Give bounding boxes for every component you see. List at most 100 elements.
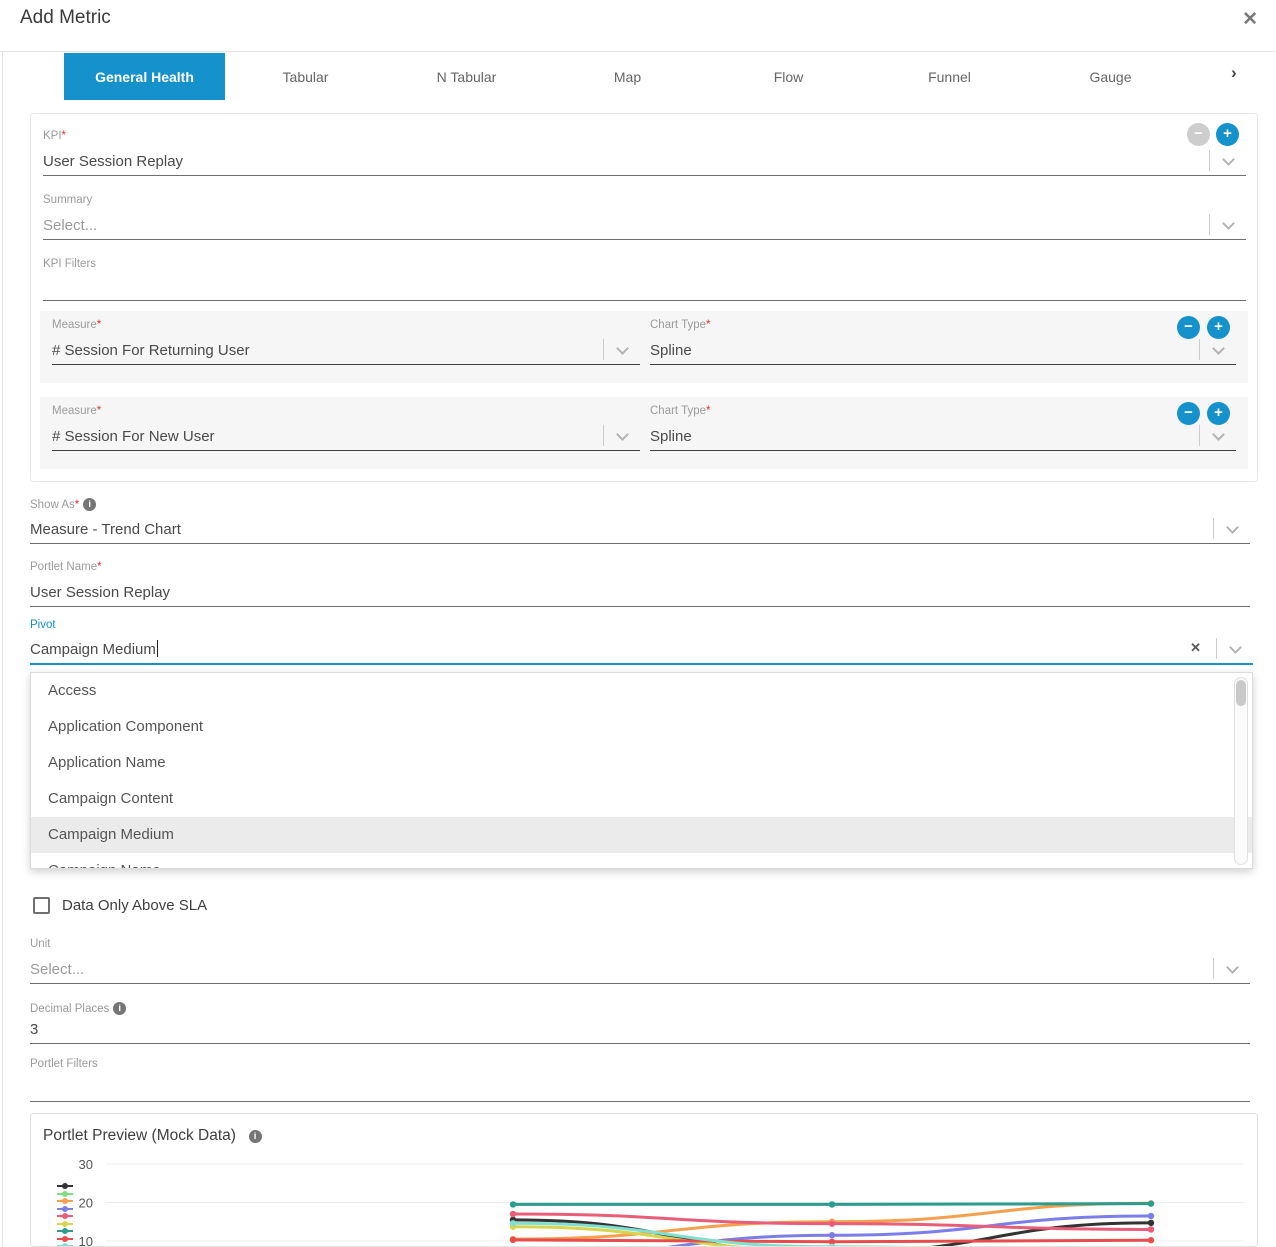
scrollbar-thumb[interactable] — [1236, 680, 1246, 706]
select-divider — [1199, 339, 1200, 360]
measure-value: # Session For Returning User — [52, 342, 250, 359]
tabs-overflow-icon[interactable]: › — [1231, 63, 1237, 83]
legend-marker-series-teal[interactable] — [57, 1227, 73, 1235]
show-as-value: Measure - Trend Chart — [30, 521, 181, 538]
pivot-label: Pivot — [30, 619, 1253, 635]
dropdown-option-partial[interactable]: Campaign Name — [31, 853, 1252, 869]
tab-funnel[interactable]: Funnel — [869, 53, 1030, 100]
chart-type-label: Chart Type* — [650, 405, 1236, 421]
chevron-down-icon[interactable] — [616, 428, 629, 441]
info-icon[interactable]: i — [249, 1130, 262, 1143]
tab-bar: General Health Tabular N Tabular Map Flo… — [64, 53, 1191, 100]
portlet-name-value: User Session Replay — [30, 584, 170, 601]
select-divider — [1209, 214, 1210, 235]
chart-type-select[interactable]: Spline — [650, 335, 1236, 365]
chevron-down-icon[interactable] — [1229, 641, 1242, 654]
dialog-header: Add Metric ✕ — [0, 0, 1276, 52]
select-divider — [1216, 638, 1217, 659]
measure-value: # Session For New User — [52, 428, 215, 445]
kpi-label: KPI* — [43, 130, 1246, 146]
measure-select[interactable]: # Session For New User — [52, 421, 640, 451]
chart-type-label: Chart Type* — [650, 319, 1236, 335]
dropdown-scrollbar[interactable] — [1234, 677, 1248, 865]
pivot-value: Campaign Medium — [30, 640, 158, 658]
tab-map[interactable]: Map — [547, 53, 708, 100]
dropdown-option[interactable]: Access — [31, 673, 1252, 709]
select-divider — [1213, 958, 1214, 979]
chevron-down-icon[interactable] — [616, 342, 629, 355]
measure-select[interactable]: # Session For Returning User — [52, 335, 640, 365]
legend-marker-series-cyan[interactable] — [57, 1242, 73, 1247]
dialog-title: Add Metric — [20, 7, 111, 29]
legend-marker-series-red[interactable] — [57, 1235, 73, 1243]
info-icon[interactable]: i — [83, 498, 96, 511]
preview-title: Portlet Preview (Mock Data) i — [43, 1127, 262, 1145]
legend-marker-series-orange[interactable] — [57, 1197, 73, 1205]
legend-marker-series-blue[interactable] — [57, 1205, 73, 1213]
dropdown-option[interactable]: Campaign Content — [31, 781, 1252, 817]
dropdown-option[interactable]: Application Name — [31, 745, 1252, 781]
chart-type-value: Spline — [650, 342, 692, 359]
chevron-down-icon[interactable] — [1226, 521, 1239, 534]
show-as-select[interactable]: Measure - Trend Chart — [30, 514, 1250, 544]
svg-text:30: 30 — [79, 1157, 93, 1172]
chevron-down-icon[interactable] — [1226, 961, 1239, 974]
svg-text:20: 20 — [79, 1196, 93, 1211]
dropdown-option-highlighted[interactable]: Campaign Medium — [31, 817, 1252, 853]
portlet-name-label: Portlet Name* — [30, 561, 1250, 577]
measure-label: Measure* — [52, 319, 640, 335]
legend-marker-series-pink[interactable] — [57, 1212, 73, 1220]
info-icon[interactable]: i — [113, 1002, 126, 1015]
tab-n-tabular[interactable]: N Tabular — [386, 53, 547, 100]
measure-row: − + Measure* # Session For Returning Use… — [40, 311, 1248, 383]
tab-general-health[interactable]: General Health — [64, 53, 225, 100]
portlet-filters-input[interactable] — [30, 1074, 1250, 1102]
decimal-places-input[interactable]: 3 — [30, 1018, 1250, 1044]
select-divider — [603, 425, 604, 446]
chevron-down-icon[interactable] — [1222, 217, 1235, 230]
tab-tabular[interactable]: Tabular — [225, 53, 386, 100]
kpi-select[interactable]: User Session Replay — [43, 146, 1246, 176]
measure-label: Measure* — [52, 405, 640, 421]
chevron-down-icon[interactable] — [1222, 153, 1235, 166]
data-only-above-sla-label: Data Only Above SLA — [62, 897, 207, 914]
svg-text:10: 10 — [79, 1234, 93, 1247]
pivot-dropdown: Access Application Component Application… — [30, 672, 1253, 869]
unit-placeholder: Select... — [30, 961, 84, 978]
left-edge-light — [2, 49, 3, 1247]
portlet-name-input[interactable]: User Session Replay — [30, 577, 1250, 607]
kpi-filters-input[interactable] — [43, 274, 1246, 301]
tab-gauge[interactable]: Gauge — [1030, 53, 1191, 100]
summary-select[interactable]: Select... — [43, 210, 1246, 240]
chart-type-value: Spline — [650, 428, 692, 445]
show-as-label: Show As*i — [30, 498, 1250, 514]
measure-row: − + Measure* # Session For New User Char… — [40, 397, 1248, 469]
chevron-down-icon[interactable] — [1212, 342, 1225, 355]
select-divider — [1199, 425, 1200, 446]
tab-flow[interactable]: Flow — [708, 53, 869, 100]
legend-marker-series-yellow[interactable] — [57, 1220, 73, 1228]
unit-select[interactable]: Select... — [30, 954, 1250, 984]
kpi-section: − + KPI* User Session Replay Summary Sel… — [30, 113, 1258, 482]
chart-legend — [57, 1182, 75, 1247]
portlet-preview-section: 30 20 10 Portlet Preview (Mock Data) i — [30, 1113, 1258, 1247]
legend-marker-series-black[interactable] — [57, 1182, 73, 1190]
select-divider — [1209, 150, 1210, 171]
kpi-filters-label: KPI Filters — [43, 258, 1246, 274]
dropdown-option[interactable]: Application Component — [31, 709, 1252, 745]
data-only-above-sla-checkbox[interactable] — [33, 897, 50, 914]
summary-label: Summary — [43, 194, 1246, 210]
chevron-down-icon[interactable] — [1212, 428, 1225, 441]
select-divider — [1213, 518, 1214, 539]
pivot-input[interactable]: Campaign Medium ✕ — [30, 635, 1253, 665]
text-cursor — [157, 640, 158, 657]
close-icon[interactable]: ✕ — [1242, 8, 1258, 31]
clear-icon[interactable]: ✕ — [1190, 640, 1201, 656]
legend-marker-series-green[interactable] — [57, 1190, 73, 1198]
portlet-filters-label: Portlet Filters — [30, 1058, 1250, 1074]
unit-label: Unit — [30, 938, 1250, 954]
summary-placeholder: Select... — [43, 217, 97, 234]
chart-type-select[interactable]: Spline — [650, 421, 1236, 451]
required-asterisk: * — [62, 130, 66, 142]
decimal-places-value: 3 — [30, 1021, 38, 1038]
